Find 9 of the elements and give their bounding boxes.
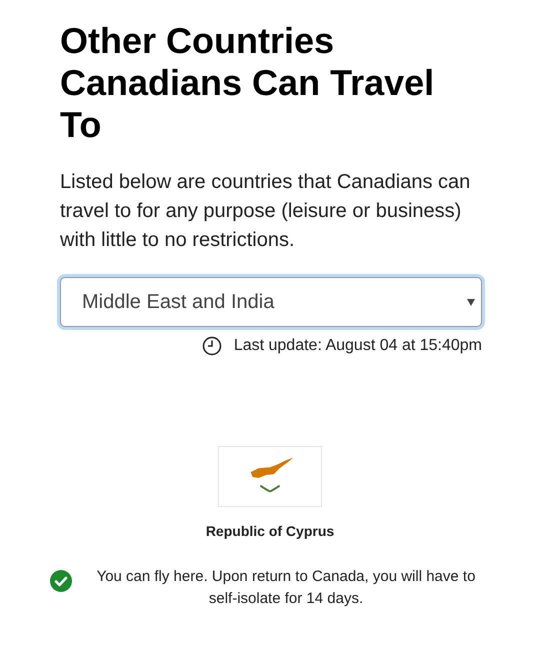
travel-status-text: You can fly here. Upon return to Canada, you will have to self-isolate for 14 days. xyxy=(96,567,476,609)
clock-icon xyxy=(202,336,222,356)
intro-text: Listed below are countries that Canadians can travel to for any purpose (leisure or business) with little to no restrictions. xyxy=(60,170,472,253)
dropdown-caret-icon xyxy=(467,298,475,306)
last-update-text: Last update: August 04 at 15:40pm xyxy=(234,336,482,356)
cyprus-flag-icon xyxy=(218,446,322,507)
country-name: Republic of Cyprus xyxy=(206,522,334,541)
page-title: Other Countries Canadians Can Travel To xyxy=(60,20,436,146)
region-select[interactable]: Middle East and India xyxy=(60,277,482,327)
